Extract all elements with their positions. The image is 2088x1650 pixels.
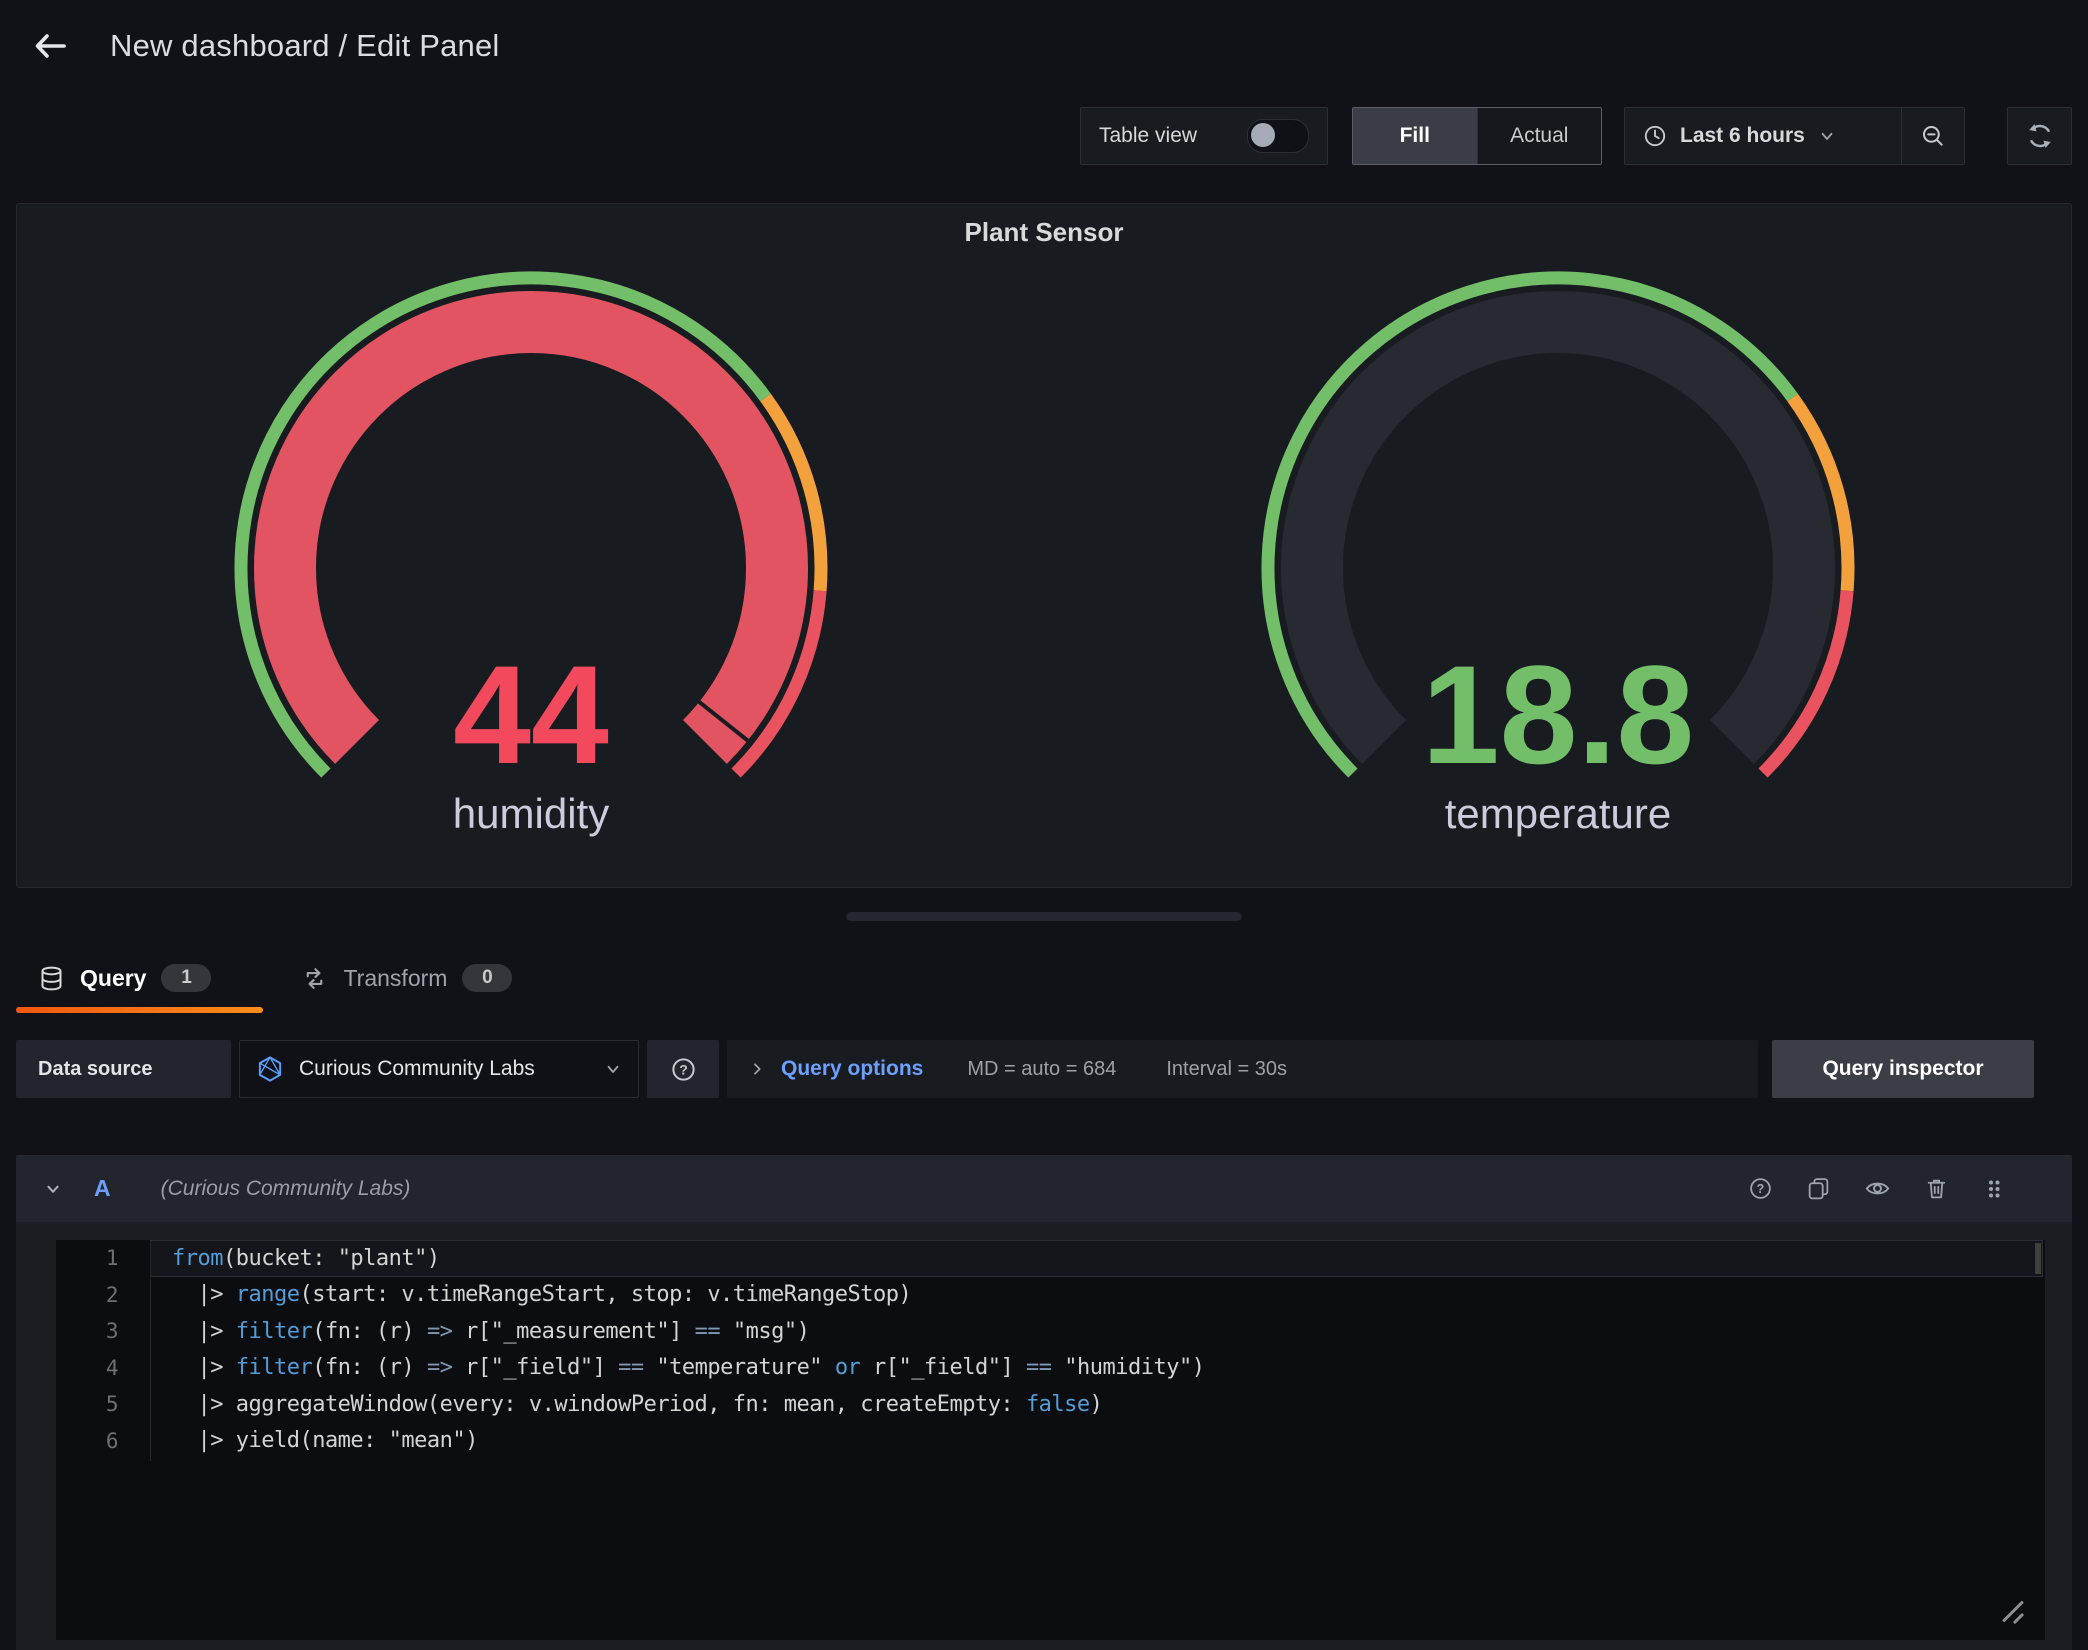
line-number: 4 bbox=[56, 1356, 118, 1380]
actual-option[interactable]: Actual bbox=[1477, 108, 1602, 164]
table-view-label: Table view bbox=[1099, 124, 1197, 148]
gauges-container: 44humidity 18.8temperature bbox=[17, 248, 2071, 887]
arrow-left-icon bbox=[30, 28, 70, 64]
interval-value: Interval = 30s bbox=[1166, 1058, 1287, 1081]
collapse-chevron-icon[interactable] bbox=[42, 1178, 64, 1200]
drag-query-handle[interactable] bbox=[1982, 1176, 2006, 1202]
gauge-temperature: 18.8temperature bbox=[1044, 248, 2071, 887]
code-line[interactable]: 2 |> range(start: v.timeRangeStart, stop… bbox=[56, 1277, 2045, 1314]
code-line[interactable]: 4 |> filter(fn: (r) => r["_field"] == "t… bbox=[56, 1350, 2045, 1387]
code-text: from(bucket: "plant") bbox=[118, 1246, 440, 1271]
code-line[interactable]: 3 |> filter(fn: (r) => r["_measurement"]… bbox=[56, 1313, 2045, 1350]
panel-title: Plant Sensor bbox=[17, 217, 2071, 248]
query-row-header[interactable]: A (Curious Community Labs) ? bbox=[16, 1155, 2072, 1222]
datasource-help-button[interactable]: ? bbox=[647, 1040, 719, 1098]
chevron-right-icon bbox=[749, 1061, 765, 1077]
toggle-query-visibility-button[interactable] bbox=[1864, 1175, 1891, 1202]
active-tab-indicator bbox=[16, 1007, 263, 1013]
grip-dots-icon bbox=[1982, 1176, 2006, 1202]
gauge-value: 44 bbox=[453, 636, 609, 793]
query-row-a: A (Curious Community Labs) ? bbox=[16, 1155, 2072, 1650]
code-lines: 1from(bucket: "plant")2 |> range(start: … bbox=[56, 1240, 2045, 1459]
code-text: |> filter(fn: (r) => r["_field"] == "tem… bbox=[118, 1355, 1204, 1380]
table-view-control: Table view bbox=[1080, 107, 1328, 165]
time-range-button[interactable]: Last 6 hours bbox=[1625, 108, 1901, 164]
code-text: |> yield(name: "mean") bbox=[118, 1428, 478, 1453]
tab-transform-label: Transform bbox=[343, 965, 447, 992]
code-text: |> range(start: v.timeRangeStart, stop: … bbox=[118, 1282, 911, 1307]
code-text: |> filter(fn: (r) => r["_measurement"] =… bbox=[118, 1319, 809, 1344]
panel-resize-handle[interactable] bbox=[846, 912, 1242, 921]
code-line[interactable]: 5 |> aggregateWindow(every: v.windowPeri… bbox=[56, 1386, 2045, 1423]
line-number: 2 bbox=[56, 1283, 118, 1307]
query-inspector-button[interactable]: Query inspector bbox=[1772, 1040, 2034, 1098]
delete-query-button[interactable] bbox=[1924, 1176, 1949, 1201]
flux-query-editor[interactable]: 1from(bucket: "plant")2 |> range(start: … bbox=[56, 1240, 2045, 1640]
eye-icon bbox=[1864, 1175, 1891, 1202]
influxdb-datasource-icon bbox=[256, 1055, 284, 1083]
gauge-svg-temperature: 18.8temperature bbox=[1248, 268, 1868, 868]
tab-query[interactable]: Query 1 bbox=[38, 964, 211, 992]
datasource-label: Data source bbox=[16, 1040, 231, 1098]
code-text: |> aggregateWindow(every: v.windowPeriod… bbox=[118, 1392, 1102, 1417]
gauge-svg-humidity: 44humidity bbox=[221, 268, 841, 868]
magnifier-minus-icon bbox=[1920, 123, 1946, 149]
grafana-edit-panel-page: New dashboard / Edit Panel Table view Fi… bbox=[0, 0, 2088, 1650]
help-circle-icon: ? bbox=[670, 1056, 697, 1083]
help-circle-icon: ? bbox=[1748, 1176, 1773, 1201]
svg-text:?: ? bbox=[679, 1061, 688, 1077]
query-datasource-hint: (Curious Community Labs) bbox=[161, 1177, 411, 1201]
line-number: 6 bbox=[56, 1429, 118, 1453]
table-view-toggle[interactable] bbox=[1247, 119, 1309, 153]
query-count-badge: 1 bbox=[161, 964, 211, 992]
refresh-icon bbox=[2025, 121, 2055, 151]
plant-sensor-panel: Plant Sensor 44humidity 18.8temperature bbox=[16, 203, 2072, 888]
gauge-value: 18.8 bbox=[1421, 636, 1693, 793]
zoom-out-time-button[interactable] bbox=[1901, 108, 1964, 164]
editor-resize-corner[interactable] bbox=[1999, 1600, 2029, 1626]
database-icon bbox=[38, 965, 65, 992]
time-range-control: Last 6 hours bbox=[1624, 107, 1965, 165]
clock-icon bbox=[1643, 124, 1667, 148]
line-number: 3 bbox=[56, 1319, 118, 1343]
refresh-button[interactable] bbox=[2007, 107, 2072, 165]
gauge-humidity: 44humidity bbox=[17, 248, 1044, 887]
copy-icon bbox=[1806, 1176, 1831, 1201]
page-title: New dashboard / Edit Panel bbox=[110, 28, 500, 64]
toggle-knob bbox=[1251, 123, 1275, 147]
query-help-button[interactable]: ? bbox=[1748, 1176, 1773, 1201]
back-button[interactable] bbox=[26, 22, 74, 70]
overview-ruler-mark bbox=[2035, 1243, 2041, 1274]
time-range-label: Last 6 hours bbox=[1680, 124, 1805, 148]
tab-transform[interactable]: Transform 0 bbox=[301, 964, 512, 992]
datasource-name: Curious Community Labs bbox=[299, 1057, 535, 1081]
max-data-points-value: MD = auto = 684 bbox=[967, 1058, 1116, 1081]
gauge-label: temperature bbox=[1444, 790, 1670, 837]
line-number: 1 bbox=[56, 1246, 118, 1270]
transform-count-badge: 0 bbox=[462, 964, 512, 992]
gauge-label: humidity bbox=[452, 790, 608, 837]
query-options-section[interactable]: Query options MD = auto = 684 Interval =… bbox=[727, 1040, 1758, 1098]
query-row-actions: ? bbox=[1748, 1175, 2006, 1202]
code-line[interactable]: 6 |> yield(name: "mean") bbox=[56, 1423, 2045, 1460]
query-ref-id[interactable]: A bbox=[94, 1175, 111, 1202]
duplicate-query-button[interactable] bbox=[1806, 1176, 1831, 1201]
query-options-label: Query options bbox=[781, 1057, 923, 1081]
line-number: 5 bbox=[56, 1392, 118, 1416]
chevron-down-icon bbox=[1818, 127, 1836, 145]
editor-tabs: Query 1 Transform 0 bbox=[16, 948, 512, 1008]
fill-actual-segmented-control: Fill Actual bbox=[1352, 107, 1602, 165]
tab-query-label: Query bbox=[80, 965, 146, 992]
transform-icon bbox=[301, 965, 328, 992]
datasource-row: Data source Curious Community Labs ? Que… bbox=[16, 1040, 2072, 1098]
datasource-picker[interactable]: Curious Community Labs bbox=[239, 1040, 639, 1098]
chevron-down-icon bbox=[604, 1060, 622, 1078]
svg-text:?: ? bbox=[1757, 1182, 1765, 1196]
trash-icon bbox=[1924, 1176, 1949, 1201]
code-line[interactable]: 1from(bucket: "plant") bbox=[56, 1240, 2045, 1277]
fill-option[interactable]: Fill bbox=[1353, 108, 1477, 164]
